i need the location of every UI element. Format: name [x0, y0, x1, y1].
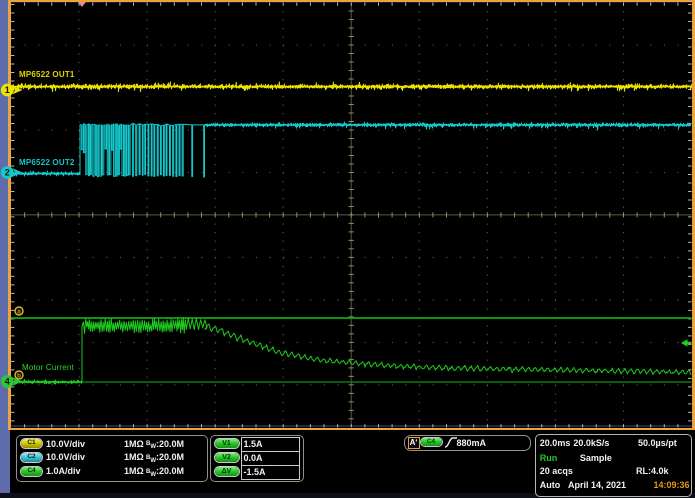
svg-text:1: 1	[5, 85, 10, 95]
svg-text:2: 2	[5, 168, 10, 178]
svg-text:b: b	[17, 372, 21, 379]
svg-text:4: 4	[5, 377, 10, 387]
svg-text:a: a	[17, 308, 21, 315]
